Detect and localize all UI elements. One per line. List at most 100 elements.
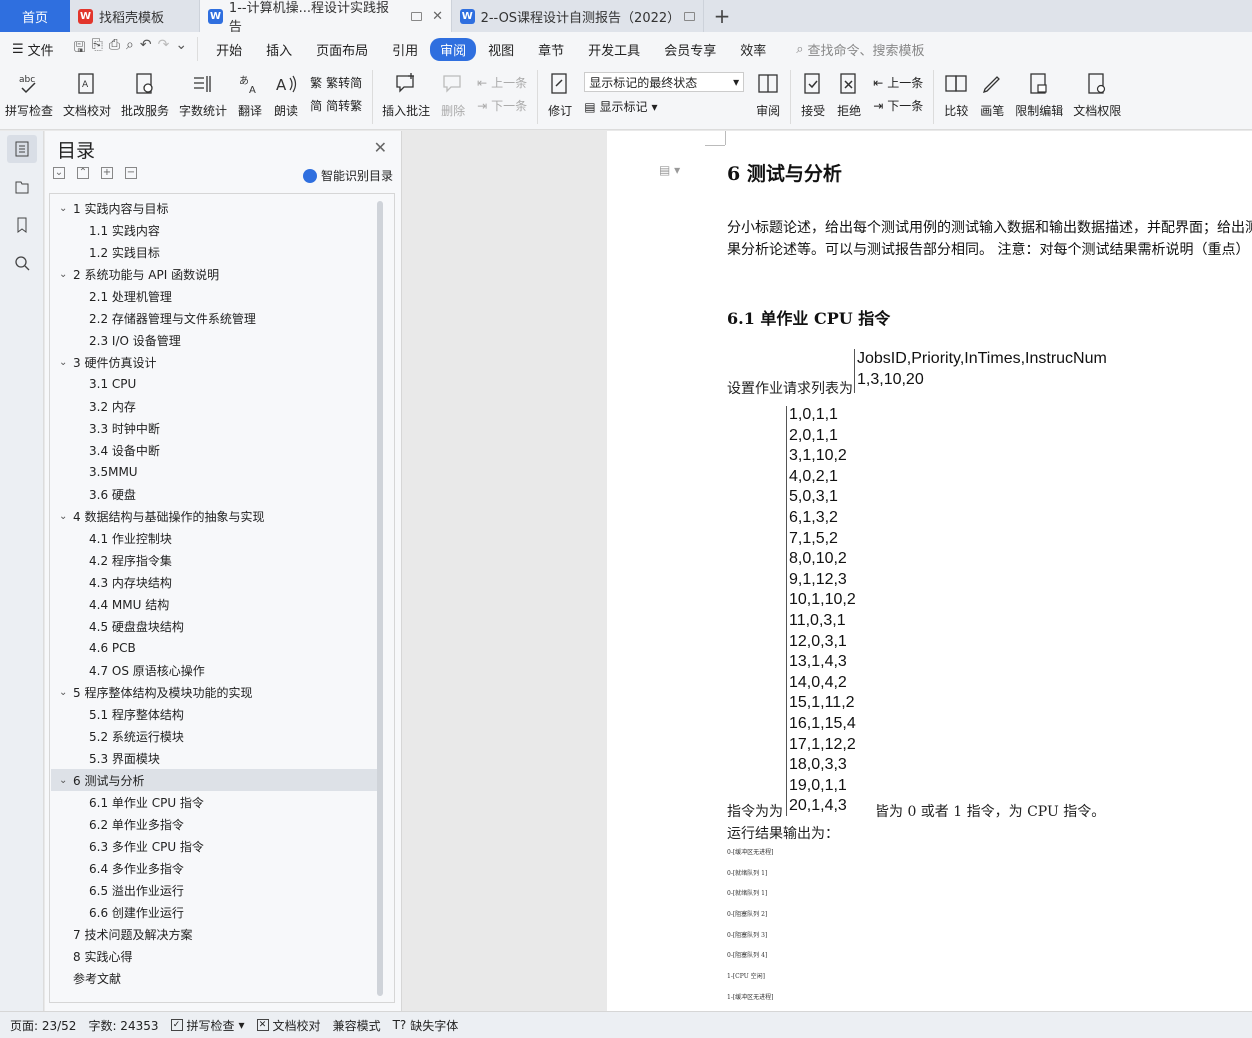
toc-item[interactable]: 参考文献 xyxy=(51,967,379,989)
toc-item[interactable]: ⌄ 1 实践内容与目标 xyxy=(51,197,379,219)
chevron-down-icon[interactable]: ⌄ xyxy=(59,775,73,786)
toc-item[interactable]: 4.3 内存块结构 xyxy=(51,571,379,593)
prev-comment-button[interactable]: ⇤ 上一条 xyxy=(477,74,527,91)
revise-button[interactable]: 修订 xyxy=(542,70,578,119)
chevron-down-icon[interactable]: ⌄ xyxy=(59,203,73,214)
toc-item[interactable]: 7 技术问题及解决方案 xyxy=(51,923,379,945)
toc-item[interactable]: 6.6 创建作业运行 xyxy=(51,901,379,923)
pen-button[interactable]: 画笔 xyxy=(974,70,1010,119)
tab-template[interactable]: W 找稻壳模板 xyxy=(70,0,200,32)
file-menu-button[interactable]: ☰ 文件 xyxy=(12,40,64,59)
chevron-down-icon[interactable]: ⌄ xyxy=(59,687,73,698)
toc-item[interactable]: 3.5MMU xyxy=(51,461,379,483)
chevron-down-icon[interactable]: ⌄ xyxy=(59,511,73,522)
toc-item[interactable]: ⌄ 2 系统功能与 API 函数说明 xyxy=(51,263,379,285)
save-icon[interactable]: 🖫 xyxy=(74,37,86,61)
toc-item[interactable]: 4.6 PCB xyxy=(51,637,379,659)
menu-insert[interactable]: 插入 xyxy=(254,40,304,59)
doc-permission-button[interactable]: 文档权限 xyxy=(1068,70,1126,119)
plus-icon[interactable]: + xyxy=(101,167,113,179)
new-tab-icon[interactable]: + xyxy=(704,0,740,32)
read-aloud-button[interactable]: A 朗读 xyxy=(268,70,304,119)
chevron-down-icon[interactable]: ⌄ xyxy=(175,37,187,61)
word-count[interactable]: 字数: 24353 xyxy=(88,1017,158,1034)
toc-item[interactable]: 6.3 多作业 CPU 指令 xyxy=(51,835,379,857)
accept-button[interactable]: 接受 xyxy=(795,70,831,119)
monitor-icon[interactable] xyxy=(684,11,695,21)
paragraph-menu-icon[interactable]: ▤ ▾ xyxy=(659,163,680,177)
toc-item[interactable]: 2.1 处理机管理 xyxy=(51,285,379,307)
toc-item[interactable]: 4.4 MMU 结构 xyxy=(51,593,379,615)
tab-home[interactable]: 首页 xyxy=(0,0,70,32)
chevron-down-icon[interactable]: ⌄ xyxy=(59,357,73,368)
status-spell-check[interactable]: ✓ 拼写检查 ▾ xyxy=(170,1017,245,1034)
toc-item[interactable]: 4.5 硬盘盘块结构 xyxy=(51,615,379,637)
review-pane-button[interactable]: 审阅 xyxy=(750,70,786,119)
toc-scrollbar[interactable] xyxy=(377,201,383,996)
missing-font[interactable]: T? 缺失字体 xyxy=(393,1017,459,1034)
tab-doc1[interactable]: W 1--计算机操...程设计实践报告 ✕ xyxy=(200,0,452,35)
toc-item[interactable]: ⌄ 6 测试与分析 xyxy=(51,769,379,791)
command-search[interactable]: ⌕ 查找命令、搜索模板 xyxy=(796,40,924,59)
spell-check-button[interactable]: abc 拼写检查 xyxy=(0,70,58,119)
smart-toc-button[interactable]: 智能识别目录 xyxy=(302,167,393,184)
menu-view[interactable]: 视图 xyxy=(476,40,526,59)
menu-review[interactable]: 审阅 xyxy=(430,37,477,61)
toc-item[interactable]: 6.4 多作业多指令 xyxy=(51,857,379,879)
tab-doc2[interactable]: W 2--OS课程设计自测报告（2022） xyxy=(452,0,704,32)
toc-item[interactable]: ⌄ 3 硬件仿真设计 xyxy=(51,351,379,373)
menu-start[interactable]: 开始 xyxy=(204,40,254,59)
reject-button[interactable]: 拒绝 xyxy=(831,70,867,119)
chevron-down-icon[interactable]: ⌄ xyxy=(59,269,73,280)
toc-item[interactable]: 3.4 设备中断 xyxy=(51,439,379,461)
compare-button[interactable]: 比较 xyxy=(938,70,974,119)
toc-item[interactable]: 3.6 硬盘 xyxy=(51,483,379,505)
toc-item[interactable]: 4.1 作业控制块 xyxy=(51,527,379,549)
bookmark-icon[interactable] xyxy=(7,211,37,239)
restrict-edit-button[interactable]: 限制编辑 xyxy=(1010,70,1068,119)
to-simp-button[interactable]: 简简转繁 xyxy=(310,97,362,114)
next-revision-button[interactable]: ⇥ 下一条 xyxy=(873,97,923,114)
status-doc-check[interactable]: ✕ 文档校对 xyxy=(256,1017,321,1034)
toc-item[interactable]: 3.1 CPU xyxy=(51,373,379,395)
toc-item[interactable]: 5.1 程序整体结构 xyxy=(51,703,379,725)
toc-item[interactable]: 5.2 系统运行模块 xyxy=(51,725,379,747)
print-icon[interactable]: ⎙ xyxy=(109,37,120,61)
monitor-icon[interactable] xyxy=(411,11,423,21)
review-service-button[interactable]: 批改服务 xyxy=(116,70,174,119)
document-page[interactable]: ▤ ▾ 6 测试与分析 分小标题论述，给出每个测试用例的测试输入数据和输出数据描… xyxy=(607,131,1252,1011)
insert-comment-button[interactable]: 插入批注 xyxy=(377,70,435,119)
toc-item[interactable]: 6.1 单作业 CPU 指令 xyxy=(51,791,379,813)
toc-item[interactable]: 6.2 单作业多指令 xyxy=(51,813,379,835)
toc-item[interactable]: 3.3 时钟中断 xyxy=(51,417,379,439)
menu-member[interactable]: 会员专享 xyxy=(652,40,728,59)
toc-item[interactable]: 1.1 实践内容 xyxy=(51,219,379,241)
toc-item[interactable]: 3.2 内存 xyxy=(51,395,379,417)
menu-chapter[interactable]: 章节 xyxy=(526,40,576,59)
toc-item[interactable]: ⌄ 5 程序整体结构及模块功能的实现 xyxy=(51,681,379,703)
expand-up-icon[interactable]: ⌃ xyxy=(77,167,89,179)
toc-item[interactable]: 1.2 实践目标 xyxy=(51,241,379,263)
close-icon[interactable]: ✕ xyxy=(374,138,387,157)
toc-item[interactable]: 4.7 OS 原语核心操作 xyxy=(51,659,379,681)
export-icon[interactable]: ⎘ xyxy=(92,37,103,61)
next-comment-button[interactable]: ⇥ 下一条 xyxy=(477,97,527,114)
redo-icon[interactable]: ↷ xyxy=(158,37,170,61)
undo-icon[interactable]: ↶ xyxy=(140,37,152,61)
toc-item[interactable]: 8 实践心得 xyxy=(51,945,379,967)
menu-layout[interactable]: 页面布局 xyxy=(304,40,380,59)
show-markup-button[interactable]: ▤ 显示标记 ▾ xyxy=(584,98,744,115)
page-indicator[interactable]: 页面: 23/52 xyxy=(10,1017,76,1034)
menu-devtools[interactable]: 开发工具 xyxy=(576,40,652,59)
markup-state-select[interactable]: 显示标记的最终状态 ▾ xyxy=(584,72,745,92)
toc-item[interactable]: 4.2 程序指令集 xyxy=(51,549,379,571)
toc-item[interactable]: ⌄ 4 数据结构与基础操作的抽象与实现 xyxy=(51,505,379,527)
delete-comment-button[interactable]: 删除 xyxy=(435,70,471,119)
menu-reference[interactable]: 引用 xyxy=(380,40,430,59)
collapse-all-icon[interactable]: ⌄ xyxy=(53,167,65,179)
toc-item[interactable]: 2.3 I/O 设备管理 xyxy=(51,329,379,351)
minus-icon[interactable]: − xyxy=(125,167,137,179)
toc-icon[interactable] xyxy=(6,135,37,163)
prev-revision-button[interactable]: ⇤ 上一条 xyxy=(873,74,923,91)
to-trad-button[interactable]: 繁繁转简 xyxy=(310,74,362,91)
